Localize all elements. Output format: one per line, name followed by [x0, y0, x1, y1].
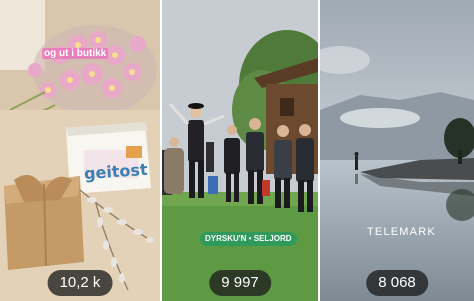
video-thumbnail-geitost[interactable]: og ut i butikk geitost 10,2 k [0, 0, 160, 301]
video-caption: og ut i butikk [42, 48, 109, 59]
thumbnail-image [0, 0, 160, 301]
video-grid: og ut i butikk geitost 10,2 k DYRSKU'N •… [0, 0, 474, 301]
video-thumbnail-telemark[interactable]: TELEMARK 8 068 [320, 0, 474, 301]
video-caption: TELEMARK [367, 226, 436, 238]
event-badge: DYRSKU'N • SELJORD [200, 232, 297, 246]
view-count-badge: 9 997 [209, 270, 271, 296]
view-count-badge: 8 068 [366, 270, 428, 296]
video-thumbnail-dyrskun[interactable]: DYRSKU'N • SELJORD 9 997 [162, 0, 318, 301]
thumbnail-image [162, 0, 318, 301]
thumbnail-image [320, 0, 474, 301]
view-count-badge: 10,2 k [47, 270, 113, 296]
